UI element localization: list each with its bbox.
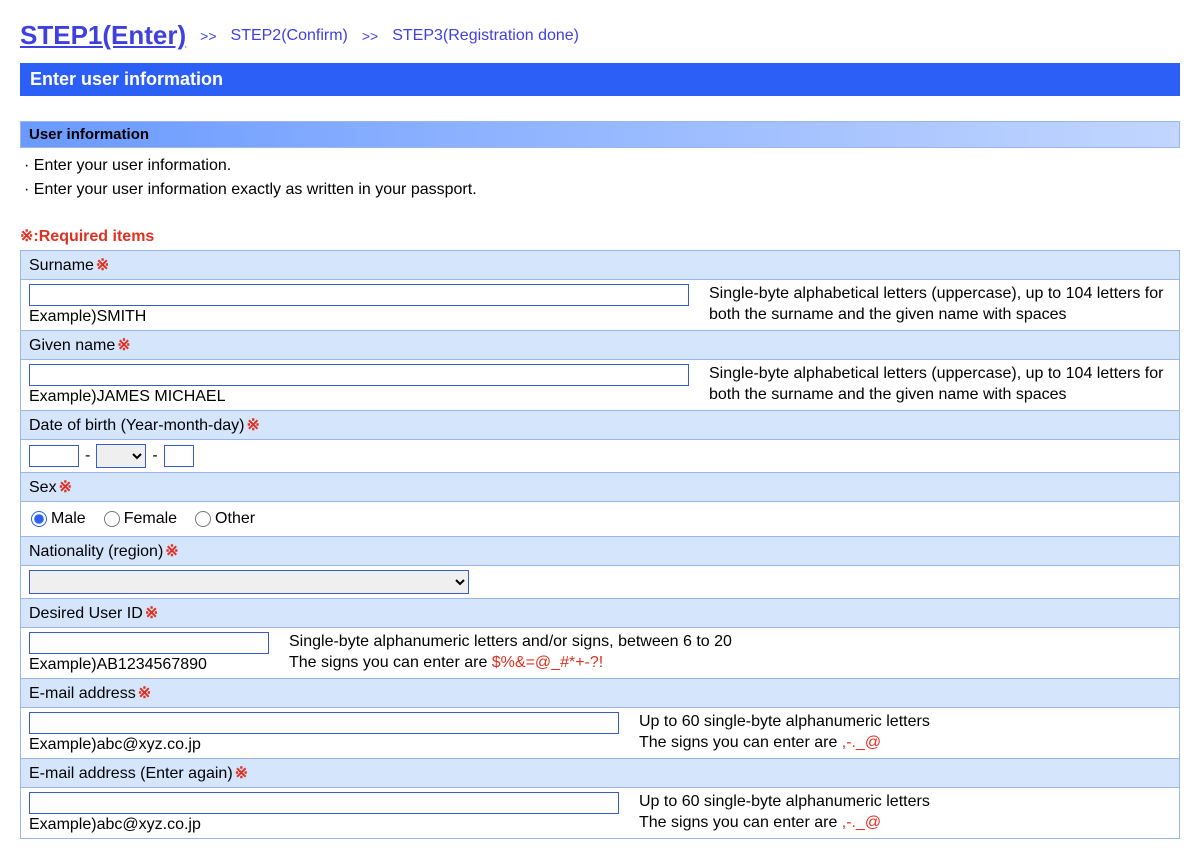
req-mark: ※ [59, 479, 72, 496]
nat-label-cell: Nationality (region)※ [21, 537, 1180, 566]
step-2: STEP2(Confirm) [231, 27, 348, 45]
given-label-cell: Given name※ [21, 331, 1180, 360]
email-helper: Up to 60 single-byte alphanumeric letter… [639, 712, 930, 754]
email-example: Example)abc@xyz.co.jp [29, 736, 619, 754]
sex-other-radio[interactable] [195, 511, 211, 527]
email-label: E-mail address [29, 685, 136, 702]
instruction-line-2: · Enter your user information exactly as… [24, 178, 1176, 202]
dob-dash-2: - [152, 447, 157, 465]
req-mark: ※ [247, 417, 260, 434]
userid-input[interactable] [29, 632, 269, 654]
nat-label: Nationality (region) [29, 543, 163, 560]
page-title: Enter user information [20, 63, 1180, 96]
email-label-cell: E-mail address※ [21, 679, 1180, 708]
req-mark: ※ [235, 765, 248, 782]
step-3: STEP3(Registration done) [392, 27, 579, 45]
step-current[interactable]: STEP1(Enter) [20, 20, 186, 51]
email-body: Example)abc@xyz.co.jp Up to 60 single-by… [21, 708, 1180, 759]
email-helper-1: Up to 60 single-byte alphanumeric letter… [639, 712, 930, 733]
given-input[interactable] [29, 364, 689, 386]
form-table: Surname※ Example)SMITH Single-byte alpha… [20, 250, 1180, 839]
sex-male-radio[interactable] [31, 511, 47, 527]
userid-helper-2: The signs you can enter are $%&=@_#*+-?! [289, 653, 732, 674]
dob-label: Date of birth (Year-month-day) [29, 417, 245, 434]
email2-input[interactable] [29, 792, 619, 814]
instruction-line-1: · Enter your user information. [24, 154, 1176, 178]
step-indicator: STEP1(Enter) >> STEP2(Confirm) >> STEP3(… [20, 20, 1180, 51]
req-mark: ※ [138, 685, 151, 702]
given-helper: Single-byte alphabetical letters (upperc… [709, 364, 1171, 406]
email2-body: Example)abc@xyz.co.jp Up to 60 single-by… [21, 788, 1180, 839]
req-mark: ※ [165, 543, 178, 560]
email2-label-cell: E-mail address (Enter again)※ [21, 759, 1180, 788]
dob-year-input[interactable] [29, 445, 79, 467]
nationality-select[interactable] [29, 570, 469, 594]
sex-other-label: Other [215, 510, 255, 528]
instructions: · Enter your user information. · Enter y… [20, 148, 1180, 202]
sex-label: Sex [29, 479, 57, 496]
userid-example: Example)AB1234567890 [29, 656, 269, 674]
email2-example: Example)abc@xyz.co.jp [29, 816, 619, 834]
nat-body [21, 566, 1180, 599]
surname-helper: Single-byte alphabetical letters (upperc… [709, 284, 1171, 326]
given-label: Given name [29, 337, 115, 354]
step-sep-1: >> [200, 28, 216, 44]
dob-day-input[interactable] [164, 445, 194, 467]
req-mark: ※ [117, 337, 130, 354]
surname-input[interactable] [29, 284, 689, 306]
userid-helper: Single-byte alphanumeric letters and/or … [289, 632, 732, 674]
sex-other-option[interactable]: Other [195, 510, 255, 528]
email2-label: E-mail address (Enter again) [29, 765, 233, 782]
req-mark: ※ [145, 605, 158, 622]
surname-label: Surname [29, 257, 94, 274]
step-sep-2: >> [362, 28, 378, 44]
email-helper-2: The signs you can enter are ,-._@ [639, 733, 930, 754]
email2-helper-1: Up to 60 single-byte alphanumeric letter… [639, 792, 930, 813]
sex-female-label: Female [124, 510, 177, 528]
sex-label-cell: Sex※ [21, 473, 1180, 502]
sex-male-option[interactable]: Male [31, 510, 86, 528]
dob-label-cell: Date of birth (Year-month-day)※ [21, 411, 1180, 440]
email-input[interactable] [29, 712, 619, 734]
sex-body: Male Female Other [21, 502, 1180, 537]
sex-female-radio[interactable] [104, 511, 120, 527]
email2-helper-2: The signs you can enter are ,-._@ [639, 813, 930, 834]
given-body: Example)JAMES MICHAEL Single-byte alphab… [21, 360, 1180, 411]
section-header: User information [20, 121, 1180, 148]
dob-dash-1: - [85, 447, 90, 465]
req-mark: ※ [96, 257, 109, 274]
userid-helper-1: Single-byte alphanumeric letters and/or … [289, 632, 732, 653]
surname-label-cell: Surname※ [21, 251, 1180, 280]
dob-body: - - [21, 440, 1180, 473]
dob-month-select[interactable] [96, 444, 146, 468]
userid-label: Desired User ID [29, 605, 143, 622]
email2-helper: Up to 60 single-byte alphanumeric letter… [639, 792, 930, 834]
sex-female-option[interactable]: Female [104, 510, 177, 528]
userid-body: Example)AB1234567890 Single-byte alphanu… [21, 628, 1180, 679]
userid-label-cell: Desired User ID※ [21, 599, 1180, 628]
given-example: Example)JAMES MICHAEL [29, 388, 689, 406]
required-note: ※:Required items [20, 226, 1180, 246]
surname-body: Example)SMITH Single-byte alphabetical l… [21, 280, 1180, 331]
surname-example: Example)SMITH [29, 308, 689, 326]
sex-male-label: Male [51, 510, 86, 528]
